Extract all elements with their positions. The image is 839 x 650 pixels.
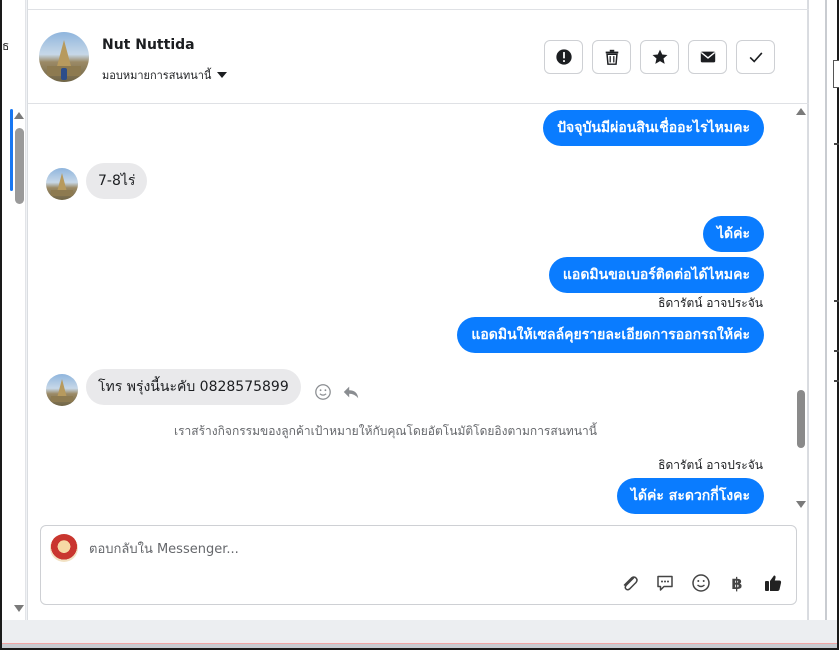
outgoing-message[interactable]: ปัจจุบันมีผ่อนสินเชื่ออะไรไหมคะ [543, 110, 764, 146]
reply-input[interactable] [89, 539, 749, 559]
message-actions [314, 383, 360, 401]
reply-composer: ฿ [40, 525, 797, 605]
left-scroll-up-arrow[interactable] [14, 112, 24, 119]
contact-name[interactable]: Nut Nuttida [102, 37, 195, 53]
left-sidebar-strip: ธ [2, 0, 26, 620]
trash-icon [605, 49, 618, 65]
right-panel-edge [833, 60, 839, 88]
report-spam-button[interactable] [544, 40, 583, 74]
incoming-message[interactable]: โทร พรุ่งนี้นะคับ 0828575899 [86, 369, 301, 405]
right-panel-mark [834, 350, 839, 352]
scroll-up-arrow[interactable] [796, 108, 806, 115]
outgoing-message[interactable]: แอดมินให้เซลล์คุยรายละเอียดการออกรถให้ค่… [457, 317, 764, 353]
system-note: เราสร้างกิจกรรมของลูกค้าเป้าหมายให้กับคุ… [174, 424, 597, 438]
baht-icon: ฿ [731, 573, 743, 593]
thumbs-up-icon [765, 575, 782, 591]
bottom-border [2, 643, 837, 648]
attach-button[interactable] [619, 572, 641, 594]
right-panel-mark [834, 300, 839, 302]
payment-button[interactable]: ฿ [726, 572, 748, 594]
right-panel-mark [834, 380, 839, 382]
left-scrollbar-thumb[interactable] [15, 128, 24, 204]
left-scroll-down-arrow[interactable] [14, 605, 24, 612]
page-avatar [50, 534, 78, 562]
paperclip-icon [623, 576, 638, 591]
saved-replies-button[interactable] [654, 572, 676, 594]
caret-down-icon [217, 72, 228, 78]
sender-label: ธิดารัตน์ อาจประจัน [658, 458, 763, 472]
avatar-person [61, 68, 67, 80]
avatar-base [51, 396, 73, 402]
mark-unread-button[interactable] [688, 40, 727, 74]
star-button[interactable] [640, 40, 679, 74]
speech-bubble-icon [657, 575, 673, 591]
assign-conversation-dropdown[interactable]: มอบหมายการสนทนานี้ [102, 66, 228, 84]
left-strip-glyph: ธ [2, 39, 10, 53]
assign-label: มอบหมายการสนทนานี้ [102, 69, 212, 82]
contact-avatar-small[interactable] [46, 374, 78, 406]
mark-done-button[interactable] [736, 40, 775, 74]
outgoing-message[interactable]: ได้ค่ะ [702, 216, 764, 252]
conversation-header: Nut Nuttida มอบหมายการสนทนานี้ [28, 10, 809, 104]
smiley-icon[interactable] [314, 383, 332, 401]
emoji-button[interactable] [690, 572, 712, 594]
like-button[interactable] [762, 572, 784, 594]
right-divider [825, 0, 827, 620]
outgoing-message[interactable]: ได้ค่ะ สะดวกกี่โงคะ [616, 478, 764, 514]
right-panel-strip [808, 0, 839, 620]
star-icon [652, 49, 667, 64]
scrollbar-thumb[interactable] [797, 390, 805, 448]
outgoing-message[interactable]: แอดมินขอเบอร์ติดต่อได้ไหมคะ [548, 257, 764, 293]
conversation-panel: Nut Nuttida มอบหมายการสนทนานี้ ปัจจุบันม… [27, 0, 809, 620]
active-indicator [10, 109, 13, 191]
alert-circle-icon [555, 49, 572, 65]
smiley-icon [692, 574, 710, 592]
reply-icon[interactable] [342, 383, 360, 401]
avatar-base [51, 190, 73, 196]
scroll-down-arrow[interactable] [796, 501, 806, 508]
message-scrollbar[interactable] [794, 104, 808, 514]
right-panel-mark [834, 143, 839, 145]
sender-label: ธิดารัตน์ อาจประจัน [658, 296, 763, 310]
check-icon [749, 52, 762, 63]
delete-button[interactable] [592, 40, 631, 74]
message-thread: ปัจจุบันมีผ่อนสินเชื่ออะไรไหมคะ 7-8ไร่ ไ… [28, 104, 809, 514]
contact-avatar-small[interactable] [46, 168, 78, 200]
envelope-icon [700, 51, 715, 63]
contact-avatar[interactable] [39, 32, 89, 82]
incoming-message[interactable]: 7-8ไร่ [86, 163, 148, 199]
